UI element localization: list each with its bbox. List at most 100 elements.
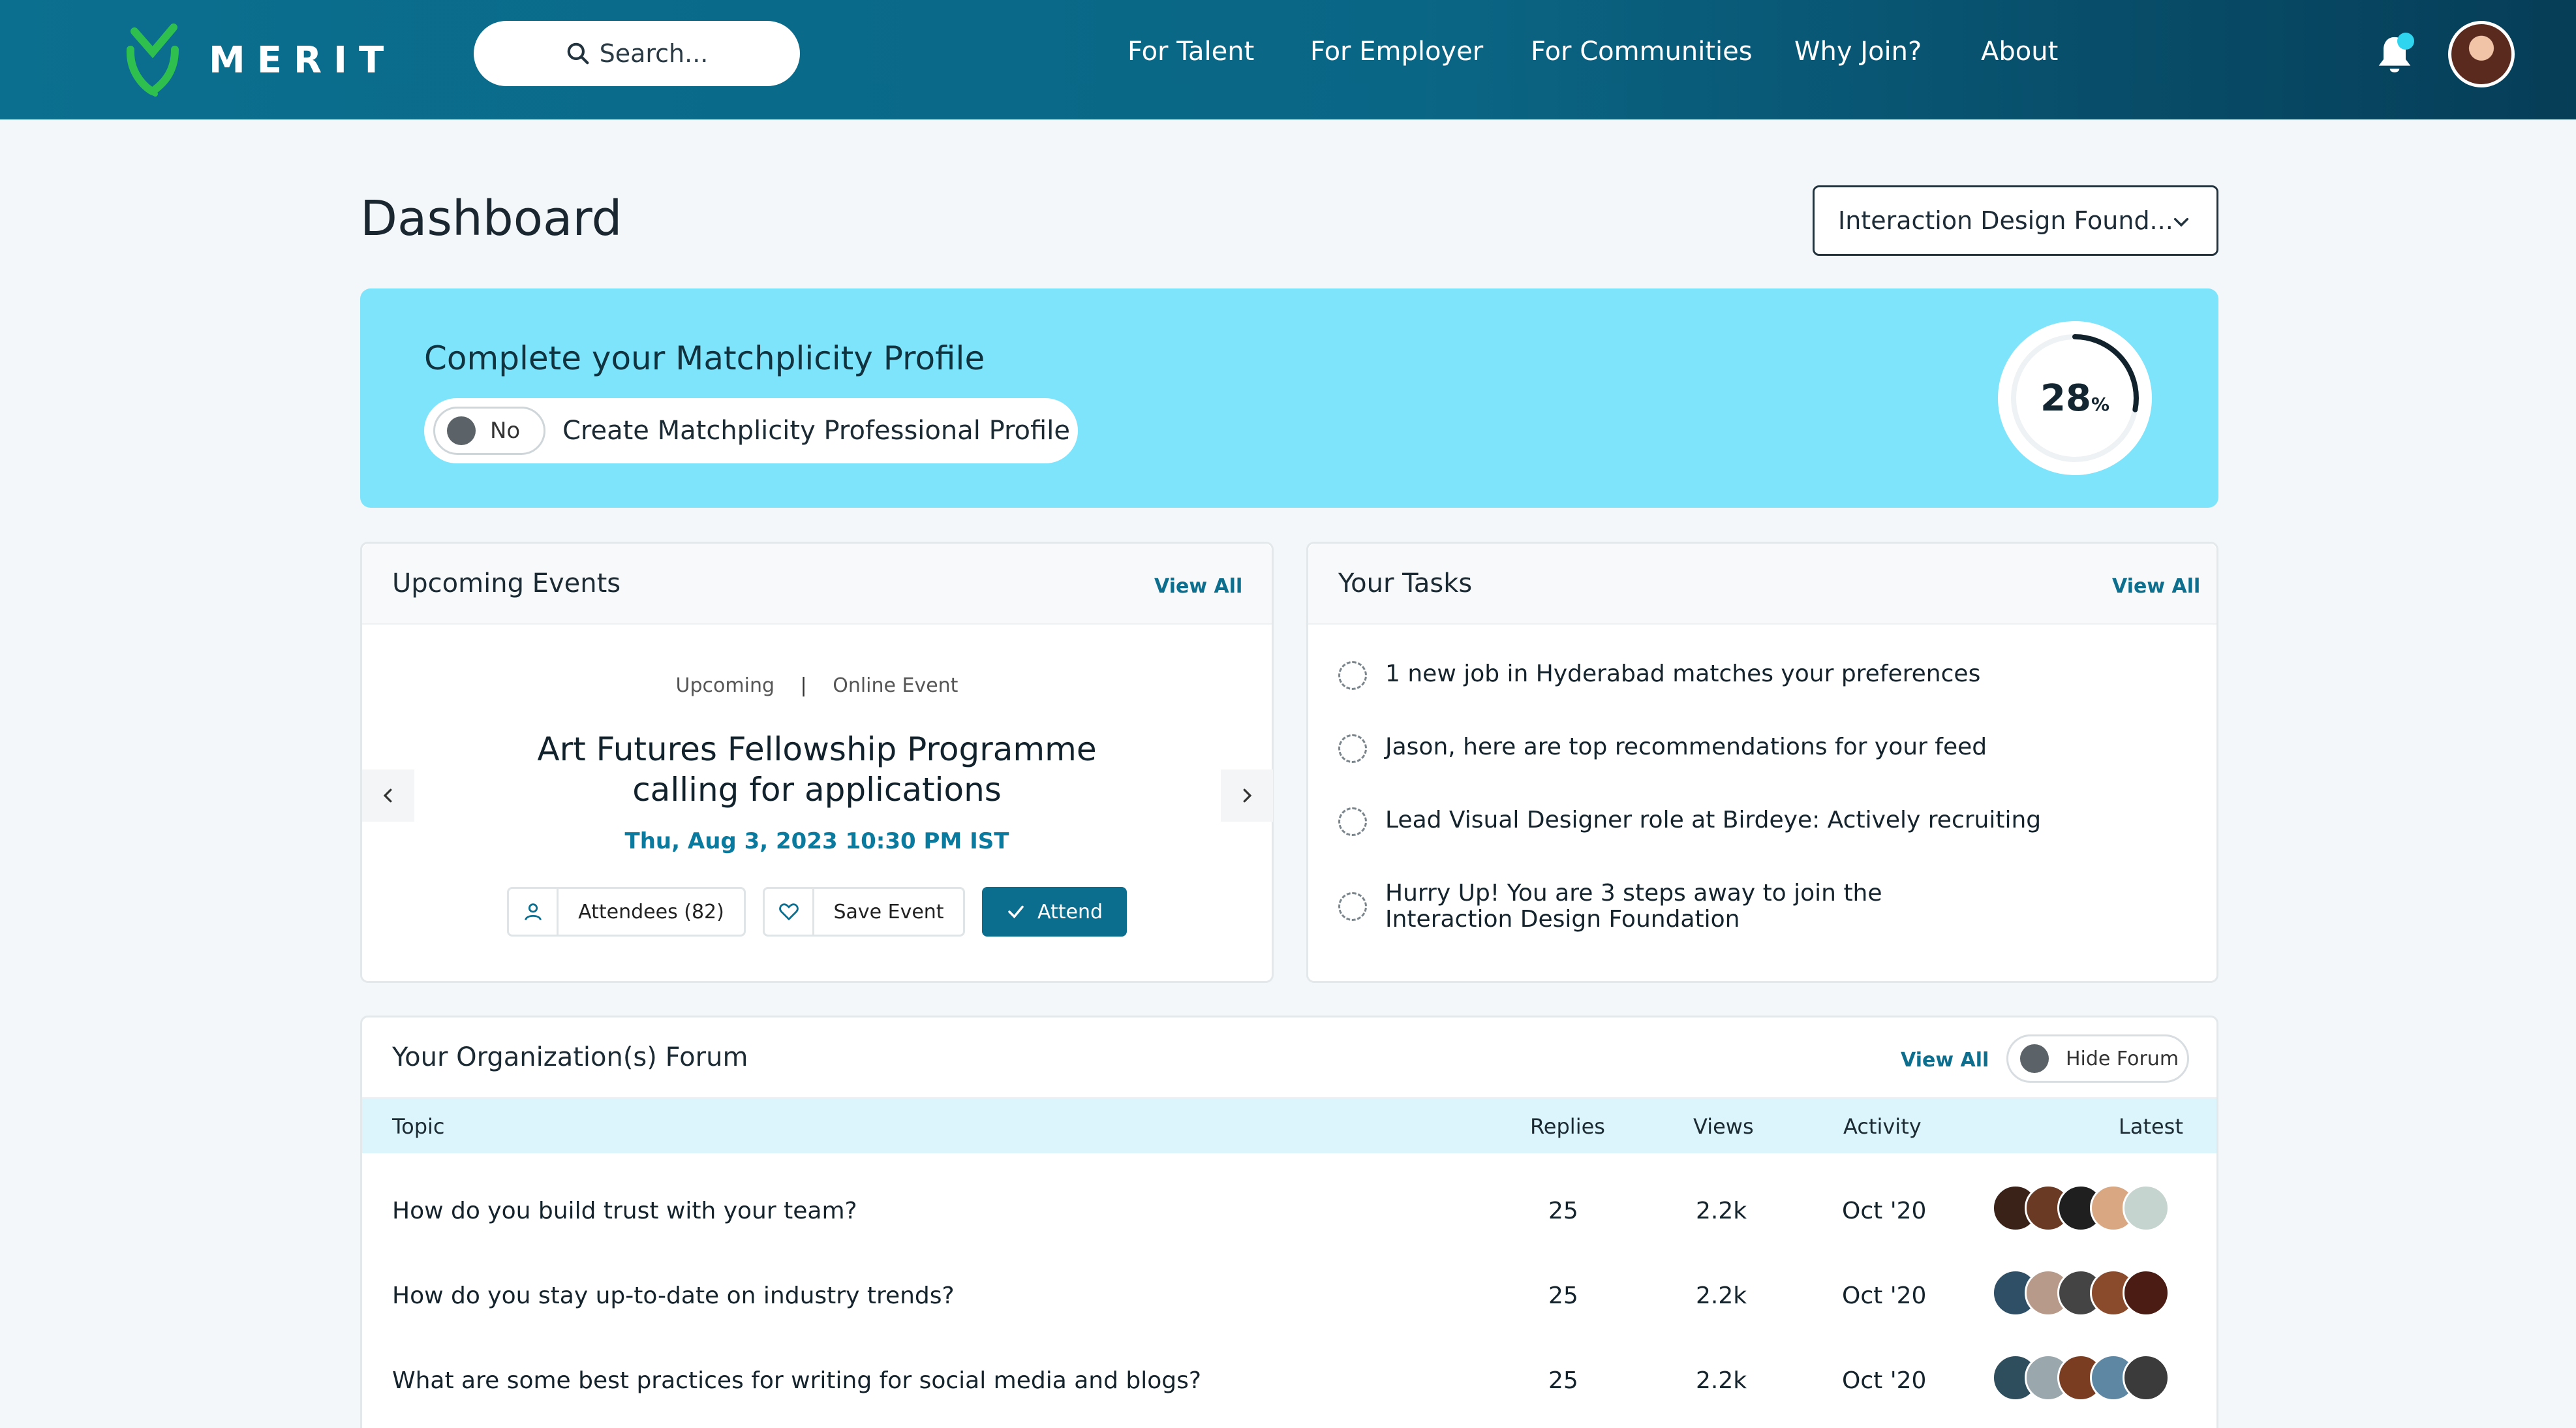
profile-progress-ring: 28 % [1997, 320, 2153, 476]
task-checkbox[interactable] [1338, 892, 1367, 921]
row-replies: 25 [1548, 1282, 1578, 1309]
column-header-activity: Activity [1843, 1114, 1922, 1139]
save-event-label: Save Event [833, 900, 944, 924]
column-header-topic: Topic [392, 1114, 445, 1139]
task-item[interactable]: 1 new job in Hyderabad matches your pref… [1338, 661, 1980, 690]
task-text-line: Jason, here are top recommendations for … [1385, 734, 1987, 760]
search-placeholder: Search... [599, 39, 709, 68]
event-title-line-2: calling for applications [632, 771, 1002, 809]
latest-avatars [1992, 1354, 2170, 1401]
previous-event-button[interactable] [362, 769, 414, 822]
row-topic[interactable]: How do you stay up-to-date on industry t… [392, 1282, 955, 1309]
nav-link-for-employer[interactable]: For Employer [1310, 37, 1483, 67]
task-text: Hurry Up! You are 3 steps away to join t… [1385, 880, 1882, 933]
person-icon [524, 903, 542, 921]
event-date: Thu, Aug 3, 2023 10:30 PM IST [624, 828, 1009, 854]
table-row[interactable]: How do you build trust with your team? 2… [362, 1170, 2216, 1255]
nav-link-for-communities[interactable]: For Communities [1531, 37, 1753, 67]
attend-label: Attend [1037, 900, 1103, 924]
attend-button[interactable]: Attend [982, 887, 1127, 937]
latest-avatars [1992, 1185, 2170, 1232]
hide-forum-toggle[interactable]: Hide Forum [2006, 1034, 2189, 1083]
forum-view-all-link[interactable]: View All [1901, 1049, 1989, 1072]
event-title-line-1: Art Futures Fellowship Programme [537, 730, 1097, 768]
nav-link-why-join[interactable]: Why Join? [1794, 37, 1922, 67]
latest-avatars [1992, 1269, 2170, 1316]
task-checkbox[interactable] [1338, 807, 1367, 836]
create-profile-toggle[interactable]: No [433, 407, 545, 455]
toggle-knob [2020, 1044, 2049, 1073]
progress-unit: % [2091, 393, 2109, 415]
task-checkbox[interactable] [1338, 661, 1367, 690]
table-row[interactable]: What are some best practices for writing… [362, 1340, 2216, 1425]
task-item[interactable]: Jason, here are top recommendations for … [1338, 734, 1987, 763]
events-card-title: Upcoming Events [392, 568, 621, 598]
events-view-all-link[interactable]: View All [1154, 575, 1242, 598]
tasks-card-header: Your Tasks View All [1308, 544, 2216, 625]
task-text-line: Hurry Up! You are 3 steps away to join t… [1385, 880, 1882, 907]
column-header-views: Views [1693, 1114, 1754, 1139]
profile-completion-banner: Complete your Matchplicity Profile No Cr… [360, 288, 2218, 508]
task-text: 1 new job in Hyderabad matches your pref… [1385, 661, 1980, 687]
row-activity: Oct '20 [1842, 1367, 1927, 1394]
chevron-left-icon [383, 788, 392, 803]
events-card-header: Upcoming Events View All [362, 544, 1272, 625]
save-event-button[interactable]: Save Event [763, 887, 965, 937]
progress-value: 28 [2040, 377, 2091, 420]
task-item[interactable]: Hurry Up! You are 3 steps away to join t… [1338, 880, 1882, 933]
forum-card-header: Your Organization(s) Forum View All Hide… [362, 1017, 2216, 1098]
task-text-line: Interaction Design Foundation [1385, 906, 1740, 933]
row-topic[interactable]: How do you build trust with your team? [392, 1198, 857, 1224]
event-status: Upcoming [675, 674, 774, 697]
your-tasks-card: Your Tasks View All 1 new job in Hyderab… [1306, 542, 2218, 983]
avatar [2123, 1269, 2170, 1316]
task-text: Jason, here are top recommendations for … [1385, 734, 1987, 760]
row-topic[interactable]: What are some best practices for writing… [392, 1367, 1201, 1394]
user-avatar[interactable] [2448, 21, 2515, 87]
event-type: Online Event [833, 674, 958, 697]
nav-link-for-talent[interactable]: For Talent [1127, 37, 1254, 67]
row-activity: Oct '20 [1842, 1198, 1927, 1224]
tasks-view-all-link[interactable]: View All [2112, 575, 2200, 598]
row-views: 2.2k [1696, 1367, 1747, 1394]
chevron-right-icon [1243, 788, 1252, 803]
attendees-icon-cell [509, 889, 559, 935]
forum-table-header: Topic Replies Views Activity Latest [362, 1098, 2216, 1153]
top-navigation-bar: MERIT Search... For Talent For Employer … [0, 0, 2576, 119]
task-checkbox[interactable] [1338, 734, 1367, 763]
nav-link-about[interactable]: About [1981, 37, 2058, 67]
save-icon-cell [765, 889, 814, 935]
chevron-down-icon [2173, 217, 2189, 227]
merit-logo[interactable]: MERIT [123, 23, 395, 97]
upcoming-events-card: Upcoming Events View All Upcoming | Onli… [360, 542, 1274, 983]
table-row[interactable]: How do you stay up-to-date on industry t… [362, 1255, 2216, 1340]
next-event-button[interactable] [1221, 769, 1273, 822]
task-item[interactable]: Lead Visual Designer role at Birdeye: Ac… [1338, 807, 2041, 836]
page-title: Dashboard [360, 191, 622, 247]
search-icon [567, 42, 589, 65]
progress-percentage: 28 % [1997, 320, 2153, 476]
attendees-button[interactable]: Attendees (82) [507, 887, 746, 937]
hide-forum-label: Hide Forum [2066, 1047, 2179, 1070]
meta-divider: | [800, 674, 807, 697]
checkmark-icon [1008, 905, 1024, 919]
event-meta: Upcoming | Online Event [362, 674, 1272, 697]
task-text: Lead Visual Designer role at Birdeye: Ac… [1385, 807, 2041, 833]
tasks-card-title: Your Tasks [1338, 568, 1473, 598]
create-profile-toggle-row: No Create Matchplicity Professional Prof… [424, 398, 1078, 463]
row-views: 2.2k [1696, 1282, 1747, 1309]
merit-check-logo-icon [126, 23, 179, 97]
forum-card-title: Your Organization(s) Forum [392, 1042, 748, 1072]
toggle-state-label: No [490, 418, 521, 444]
row-replies: 25 [1548, 1367, 1578, 1394]
organization-selector[interactable]: Interaction Design Found... [1813, 185, 2218, 256]
avatar [2123, 1185, 2170, 1232]
column-header-latest: Latest [2119, 1114, 2183, 1139]
event-title[interactable]: Art Futures Fellowship Programme calling… [362, 729, 1272, 810]
avatar [2123, 1354, 2170, 1401]
attendees-label: Attendees (82) [578, 900, 724, 924]
task-text-line: Lead Visual Designer role at Birdeye: Ac… [1385, 807, 2042, 833]
search-input[interactable]: Search... [474, 21, 800, 86]
organization-selector-value: Interaction Design Found... [1838, 206, 2173, 235]
row-activity: Oct '20 [1842, 1282, 1927, 1309]
